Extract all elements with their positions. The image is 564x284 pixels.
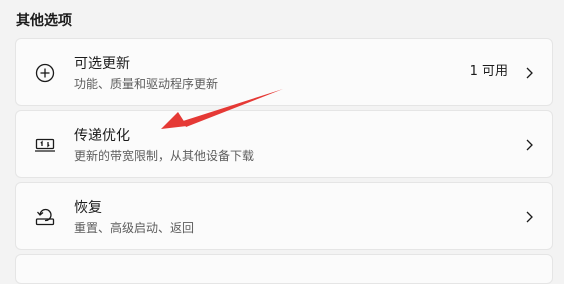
optional-updates-description: 功能、质量和驱动程序更新 [74,77,219,91]
optional-updates-card[interactable]: 可选更新 功能、质量和驱动程序更新 1 可用 [15,38,553,106]
optional-updates-title: 可选更新 [74,56,130,72]
delivery-optimization-description: 更新的带宽限制，从其他设备下载 [74,149,255,163]
recovery-description: 重置、高级启动、返回 [74,221,195,235]
delivery-optimization-icon [34,134,56,156]
chevron-right-icon [523,66,535,80]
chevron-right-icon [523,210,535,224]
delivery-optimization-card[interactable]: 传递优化 更新的带宽限制，从其他设备下载 [15,110,553,178]
recovery-card[interactable]: 恢复 重置、高级启动、返回 [15,182,553,250]
optional-updates-count: 1 可用 [469,64,508,79]
chevron-right-icon [523,138,535,152]
next-option-card[interactable] [15,254,553,284]
plus-circle-icon [34,62,56,84]
recovery-title: 恢复 [74,200,102,216]
section-title: 其他选项 [16,13,72,29]
recovery-icon [34,206,56,228]
delivery-optimization-title: 传递优化 [74,128,130,144]
